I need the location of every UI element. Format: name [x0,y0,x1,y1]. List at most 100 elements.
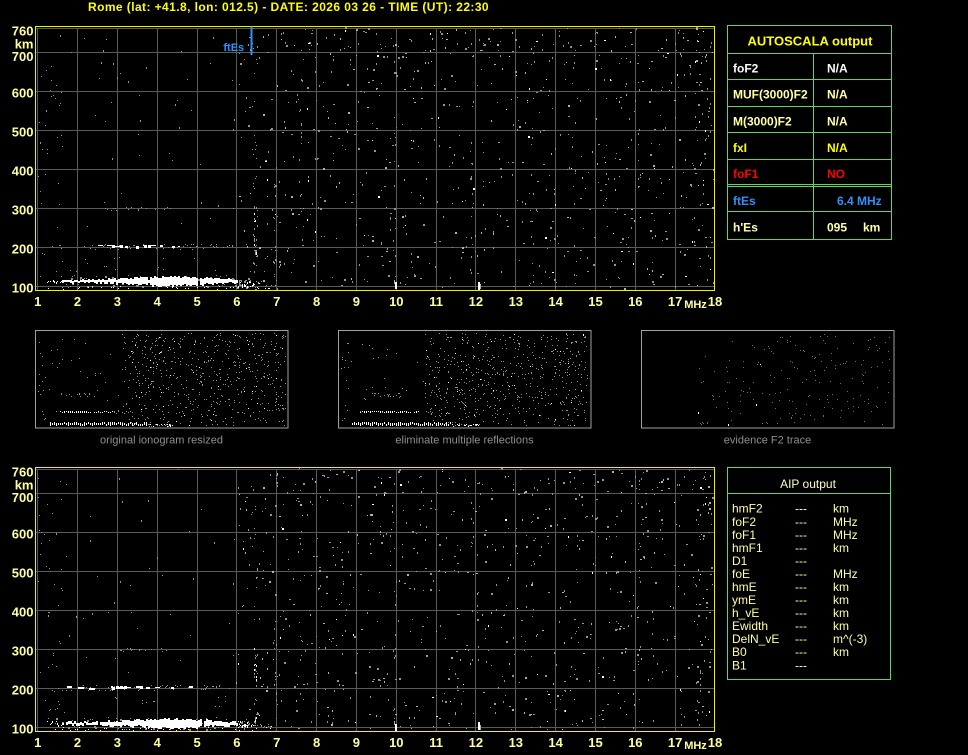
svg-text:MUF(3000)F2: MUF(3000)F2 [733,88,808,102]
svg-text:MHz: MHz [833,515,858,529]
svg-text:15: 15 [588,294,602,309]
svg-text:DelN_vE: DelN_vE [732,632,779,646]
svg-text:foF1: foF1 [732,528,756,542]
svg-text:ftEs: ftEs [733,194,756,208]
svg-text:hmF2: hmF2 [732,502,763,516]
svg-text:400: 400 [12,164,34,179]
svg-text:foF2: foF2 [733,61,759,75]
svg-text:100: 100 [12,281,34,296]
svg-text:Ewidth: Ewidth [732,619,768,633]
svg-text:NO: NO [827,167,845,181]
svg-text:14: 14 [548,294,563,309]
svg-text:foE: foE [732,567,750,581]
svg-text:km: km [833,645,849,659]
svg-text:km: km [833,593,849,607]
svg-text:200: 200 [12,683,34,698]
svg-text:11: 11 [429,735,443,750]
svg-text:h'Es: h'Es [733,220,758,234]
svg-text:8: 8 [313,294,320,309]
svg-text:5: 5 [193,294,200,309]
svg-text:---: --- [795,645,807,659]
svg-text:5: 5 [193,735,200,750]
svg-text:700: 700 [12,490,34,505]
svg-text:MHz: MHz [833,567,858,581]
svg-text:foF1: foF1 [733,167,759,181]
svg-text:2: 2 [74,735,81,750]
svg-text:km: km [833,619,849,633]
svg-text:11: 11 [429,294,443,309]
svg-text:4: 4 [154,735,162,750]
svg-text:km: km [833,580,849,594]
svg-text:---: --- [795,606,807,620]
svg-text:km: km [863,220,880,234]
svg-text:---: --- [795,541,807,555]
svg-text:D1: D1 [732,554,748,568]
svg-text:15: 15 [588,735,602,750]
svg-text:10: 10 [389,294,403,309]
svg-text:095: 095 [827,220,847,234]
svg-text:9: 9 [353,294,360,309]
svg-text:4: 4 [154,294,162,309]
svg-text:evidence F2 trace: evidence F2 trace [724,435,811,447]
svg-text:500: 500 [12,125,34,140]
svg-text:Rome (lat: +41.8, lon: 012.5): Rome (lat: +41.8, lon: 012.5) - DATE: 20… [88,0,489,14]
svg-text:original ionogram resized: original ionogram resized [100,435,223,447]
svg-text:500: 500 [12,566,34,581]
svg-text:18: 18 [708,294,722,309]
svg-text:B0: B0 [732,645,747,659]
svg-text:14: 14 [548,735,563,750]
svg-text:---: --- [795,567,807,581]
svg-text:7: 7 [273,735,280,750]
svg-text:hmF1: hmF1 [732,541,763,555]
svg-text:17: 17 [668,735,682,750]
svg-text:12: 12 [469,735,483,750]
svg-text:2: 2 [74,294,81,309]
svg-text:300: 300 [12,644,34,659]
svg-text:3: 3 [114,294,121,309]
svg-text:---: --- [795,619,807,633]
svg-text:km: km [833,606,849,620]
svg-text:6: 6 [233,735,240,750]
svg-text:m^(-3): m^(-3) [833,632,867,646]
svg-text:---: --- [795,515,807,529]
svg-text:MHz: MHz [684,299,707,311]
svg-text:N/A: N/A [827,88,848,102]
svg-text:B1: B1 [732,658,747,672]
svg-text:300: 300 [12,203,34,218]
svg-text:N/A: N/A [827,114,848,128]
svg-text:---: --- [795,502,807,516]
svg-text:16: 16 [628,294,642,309]
svg-text:200: 200 [12,242,34,257]
svg-text:13: 13 [509,294,523,309]
svg-text:N/A: N/A [827,141,848,155]
svg-text:600: 600 [12,527,34,542]
svg-text:8: 8 [313,735,320,750]
svg-text:M(3000)F2: M(3000)F2 [733,114,792,128]
svg-text:ymE: ymE [732,593,756,607]
svg-text:km: km [833,502,849,516]
svg-text:18: 18 [708,735,722,750]
svg-text:eliminate multiple reflections: eliminate multiple reflections [395,435,534,447]
svg-text:MHz: MHz [833,528,858,542]
svg-text:1: 1 [34,735,41,750]
svg-text:---: --- [795,554,807,568]
svg-text:AIP output: AIP output [780,477,836,491]
svg-text:---: --- [795,658,807,672]
svg-text:---: --- [795,632,807,646]
svg-text:600: 600 [12,86,34,101]
svg-text:---: --- [795,528,807,542]
svg-text:hmE: hmE [732,580,757,594]
svg-text:400: 400 [12,605,34,620]
svg-text:AUTOSCALA output: AUTOSCALA output [748,34,874,49]
svg-text:700: 700 [12,49,34,64]
svg-text:13: 13 [509,735,523,750]
svg-text:---: --- [795,580,807,594]
svg-text:ftEs: ftEs [223,42,244,54]
svg-text:1: 1 [34,294,41,309]
svg-text:10: 10 [389,735,403,750]
svg-text:6.4 MHz: 6.4 MHz [837,194,882,208]
svg-text:---: --- [795,593,807,607]
svg-text:16: 16 [628,735,642,750]
svg-text:3: 3 [114,735,121,750]
svg-text:N/A: N/A [827,61,848,75]
